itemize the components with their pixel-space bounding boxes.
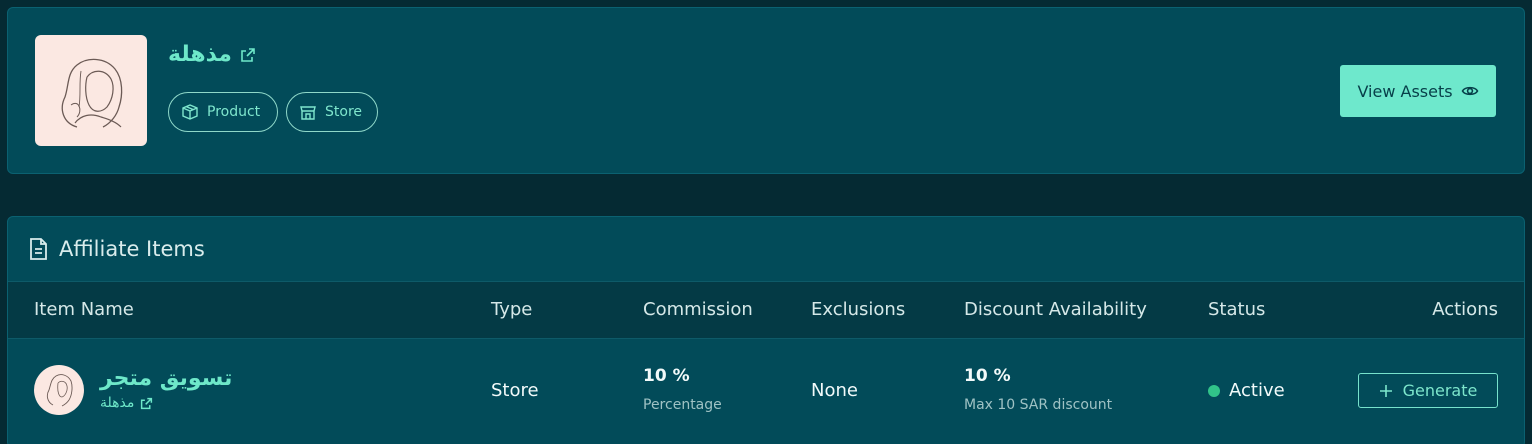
- item-exclusions: None: [811, 380, 858, 401]
- column-type: Type: [491, 299, 533, 320]
- view-assets-label: View Assets: [1357, 81, 1453, 101]
- item-name: تسويق متجر: [100, 366, 233, 391]
- tag-product-label: Product: [207, 104, 261, 120]
- status-badge: Active: [1229, 380, 1285, 401]
- hijab-woman-thumbnail-icon: [46, 374, 73, 407]
- table-header: Item Name Type Commission Exclusions Dis…: [8, 281, 1524, 339]
- hijab-woman-illustration-icon: [61, 58, 123, 128]
- brand-logo: [35, 35, 147, 146]
- affiliate-items-card: Affiliate Items Item Name Type Commissio…: [7, 216, 1525, 444]
- item-discount: 10 %: [964, 366, 1011, 386]
- brand-name-link[interactable]: مذهلة: [168, 42, 256, 67]
- item-brand-link[interactable]: مذهلة: [100, 395, 153, 411]
- item-commission: 10 %: [643, 366, 690, 386]
- item-brand-name: مذهلة: [100, 395, 135, 411]
- item-avatar: [34, 365, 84, 415]
- column-actions: Actions: [1432, 299, 1498, 320]
- item-type: Store: [491, 380, 539, 401]
- generate-button[interactable]: Generate: [1358, 373, 1498, 408]
- column-discount-availability: Discount Availability: [964, 299, 1147, 320]
- generate-label: Generate: [1402, 381, 1478, 400]
- affiliate-items-title: Affiliate Items: [59, 237, 205, 261]
- tag-store[interactable]: Store: [286, 92, 378, 132]
- table-row: تسويق متجر مذهلة Store 10 % Percentage N…: [8, 340, 1524, 444]
- column-item-name: Item Name: [34, 299, 134, 320]
- item-commission-type: Percentage: [643, 397, 722, 413]
- external-link-icon: [141, 397, 153, 409]
- plus-icon: [1379, 384, 1392, 397]
- external-link-icon: [241, 47, 255, 62]
- column-exclusions: Exclusions: [811, 299, 906, 320]
- column-commission: Commission: [643, 299, 753, 320]
- affiliate-items-header: Affiliate Items: [27, 236, 205, 262]
- storefront-icon: [300, 106, 316, 120]
- item-discount-note: Max 10 SAR discount: [964, 397, 1113, 413]
- view-assets-button[interactable]: View Assets: [1340, 65, 1496, 117]
- brand-header-card: مذهلة Product Store View Assets: [7, 7, 1525, 174]
- tag-store-label: Store: [325, 104, 363, 120]
- document-icon: [30, 238, 47, 260]
- status-dot: [1208, 385, 1220, 397]
- eye-icon: [1461, 86, 1478, 96]
- tag-product[interactable]: Product: [168, 92, 278, 132]
- brand-name: مذهلة: [168, 42, 232, 67]
- column-status: Status: [1208, 299, 1266, 320]
- box-icon: [182, 104, 198, 120]
